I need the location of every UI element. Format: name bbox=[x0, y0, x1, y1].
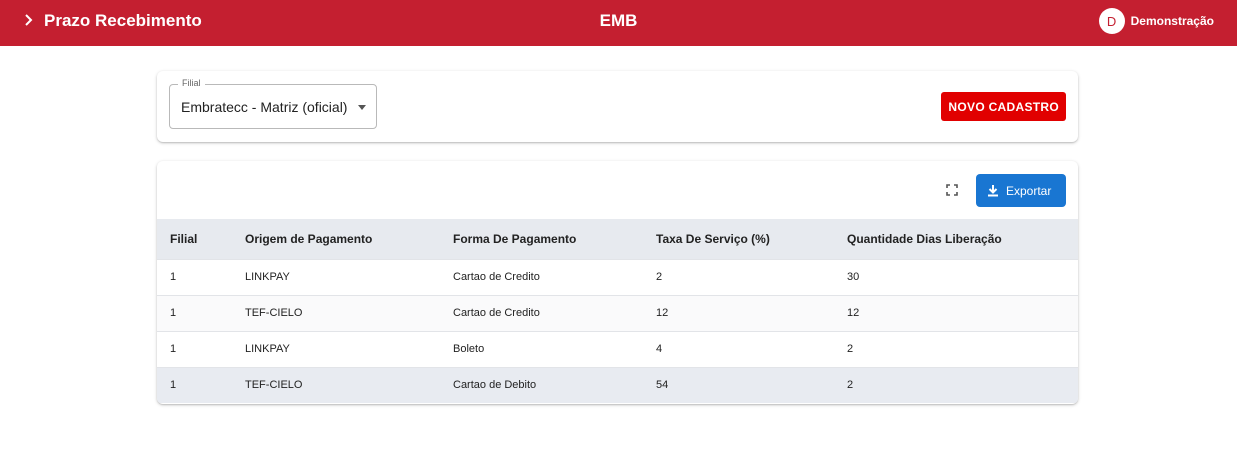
cell-forma: Cartao de Debito bbox=[453, 379, 537, 392]
user-menu[interactable]: D Demonstração bbox=[1098, 8, 1214, 34]
cell-taxa: 2 bbox=[656, 271, 663, 283]
fullscreen-icon[interactable] bbox=[944, 182, 960, 198]
export-button[interactable]: Exportar bbox=[976, 174, 1066, 207]
column-header-taxa[interactable]: Taxa De Serviço (%) bbox=[656, 219, 847, 259]
cell-taxa: 4 bbox=[656, 343, 663, 355]
app-bar: Prazo Recebimento EMB D Demonstração bbox=[0, 0, 1237, 46]
avatar: D bbox=[1098, 8, 1125, 34]
data-table: Filial Origem de Pagamento Forma De Paga… bbox=[157, 219, 1078, 403]
filial-select[interactable]: Filial Embratecc - Matriz (oficial) bbox=[169, 78, 377, 129]
download-icon bbox=[988, 185, 998, 197]
filter-card: Filial Embratecc - Matriz (oficial) NOVO… bbox=[157, 71, 1078, 142]
user-name: Demonstração bbox=[1130, 14, 1214, 28]
cell-filial: 1 bbox=[170, 379, 177, 392]
cell-filial: 1 bbox=[170, 307, 177, 319]
column-header-filial[interactable]: Filial bbox=[157, 219, 245, 259]
table-card: Exportar Filial Origem de Pagamento Form… bbox=[157, 161, 1078, 404]
cell-dias: 2 bbox=[847, 343, 854, 355]
column-header-dias[interactable]: Quantidade Dias Liberação bbox=[847, 219, 1078, 259]
column-header-origem[interactable]: Origem de Pagamento bbox=[245, 219, 453, 259]
cell-filial: 1 bbox=[170, 343, 177, 355]
cell-taxa: 12 bbox=[656, 307, 669, 319]
cell-forma: Boleto bbox=[453, 343, 485, 355]
cell-dias: 30 bbox=[847, 271, 860, 283]
cell-forma: Cartao de Credito bbox=[453, 307, 540, 319]
novo-cadastro-button[interactable]: NOVO CADASTRO bbox=[941, 92, 1066, 121]
page-title: Prazo Recebimento bbox=[44, 11, 202, 30]
table-row[interactable]: 1 LINKPAY Boleto 4 2 bbox=[157, 331, 1078, 367]
filial-select-label: Filial bbox=[178, 78, 205, 88]
cell-dias: 12 bbox=[847, 307, 860, 319]
table-header-row: Filial Origem de Pagamento Forma De Paga… bbox=[157, 219, 1078, 259]
table-row[interactable]: 1 TEF-CIELO Cartao de Credito 12 12 bbox=[157, 295, 1078, 331]
cell-forma: Cartao de Credito bbox=[453, 271, 540, 283]
table-row[interactable]: 1 LINKPAY Cartao de Credito 2 30 bbox=[157, 259, 1078, 295]
cell-origem: LINKPAY bbox=[245, 271, 290, 283]
cell-origem: TEF-CIELO bbox=[245, 307, 303, 319]
cell-dias: 2 bbox=[847, 379, 854, 392]
chevron-right-icon[interactable] bbox=[22, 13, 36, 27]
column-header-forma[interactable]: Forma De Pagamento bbox=[453, 219, 656, 259]
table-row[interactable]: 1 TEF-CIELO Cartao de Debito 54 2 bbox=[157, 367, 1078, 403]
caret-down-icon bbox=[358, 105, 366, 110]
cell-taxa: 54 bbox=[656, 379, 669, 392]
filial-select-value: Embratecc - Matriz (oficial) bbox=[181, 99, 348, 115]
cell-origem: LINKPAY bbox=[245, 343, 290, 355]
export-button-label: Exportar bbox=[1006, 183, 1052, 198]
cell-origem: TEF-CIELO bbox=[245, 379, 303, 392]
cell-filial: 1 bbox=[170, 271, 177, 283]
